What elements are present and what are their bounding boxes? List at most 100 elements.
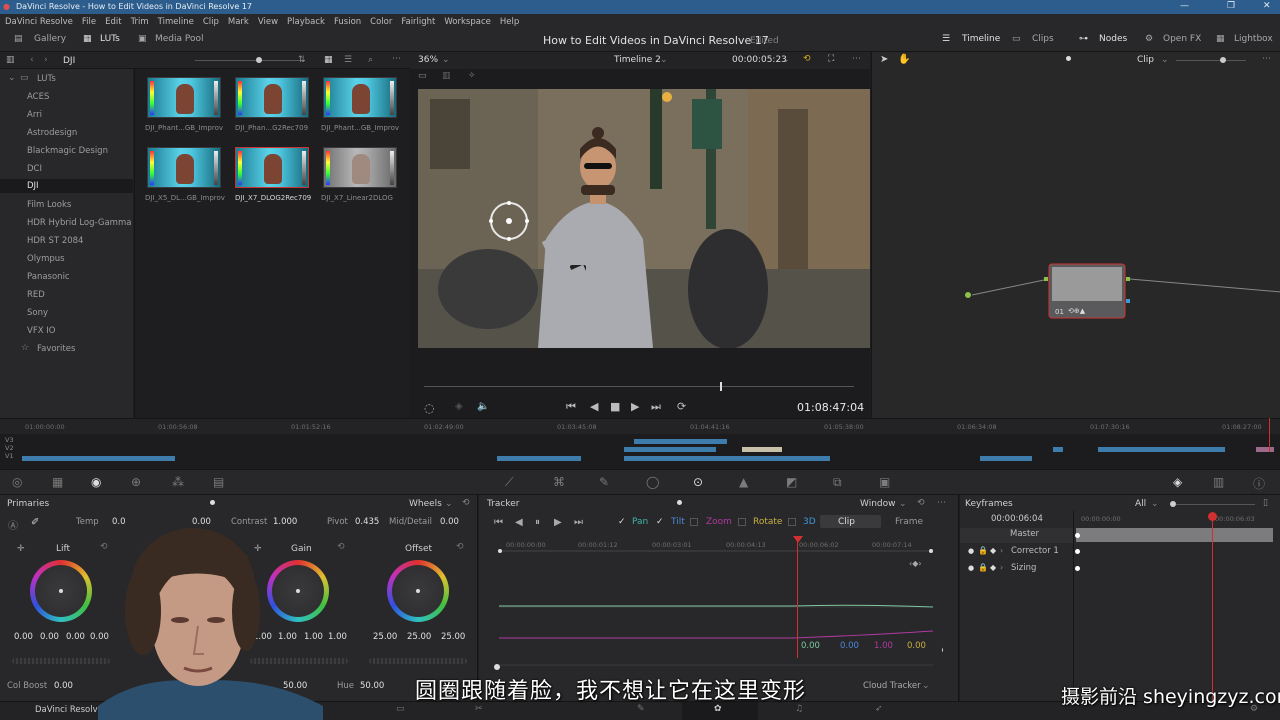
menu-mark[interactable]: Mark (228, 17, 249, 27)
color-wheels-icon[interactable]: ◉ (91, 475, 101, 489)
menu-color[interactable]: Color (370, 17, 392, 27)
mini-timeline[interactable]: V3 V2 V1 (0, 418, 1280, 468)
close-icon[interactable]: ✕ (1263, 1, 1271, 11)
zoom-checkbox[interactable] (690, 518, 698, 526)
tracker-playhead-handle[interactable] (793, 536, 803, 543)
go-to-end-icon[interactable]: ⏭ (651, 400, 661, 414)
timeline-clip[interactable] (742, 447, 782, 452)
lift-wheel[interactable] (30, 560, 92, 622)
thumb-size-handle[interactable] (256, 57, 262, 63)
clip-tab[interactable]: Clip (838, 517, 855, 527)
window-icon[interactable]: ◯ (646, 475, 659, 489)
timeline-playhead[interactable] (1269, 418, 1270, 452)
lut-thumb-2[interactable] (235, 77, 309, 118)
lut-folder-film-looks[interactable]: Film Looks (27, 200, 71, 210)
timeline-clip[interactable] (624, 447, 716, 452)
image-wipe-icon[interactable]: ▭ (418, 71, 427, 81)
keyframe-track-sizing[interactable]: Sizing (1011, 563, 1036, 573)
lut-root[interactable]: LUTs (37, 74, 56, 84)
lut-folder-dci[interactable]: DCI (27, 164, 42, 174)
offset-r[interactable]: 25.00 (373, 632, 397, 642)
rgb-mixer-icon[interactable]: ⊕ (131, 475, 141, 489)
scrubber-track[interactable] (424, 386, 854, 387)
video-frame[interactable] (418, 89, 870, 348)
back-icon[interactable]: ‹ (30, 55, 34, 65)
lut-folder-arri[interactable]: Arri (27, 110, 42, 120)
lift-y[interactable]: 0.00 (14, 632, 33, 642)
open-fx-toggle[interactable]: Open FX (1163, 34, 1201, 44)
camera-raw-icon[interactable]: ◎ (12, 475, 22, 489)
luts-button[interactable]: LUTs (100, 34, 120, 44)
menu-davinci[interactable]: DaVinci Resolve (5, 17, 73, 27)
offset-wheel[interactable] (387, 560, 449, 622)
offset-g[interactable]: 25.00 (407, 632, 431, 642)
lock-icon[interactable]: 🔒 (978, 563, 988, 572)
picker-icon[interactable]: ✐ (31, 517, 39, 528)
chevron-down-icon[interactable]: ⌄ (782, 55, 790, 65)
chevron-down-icon[interactable]: ⌄ (660, 55, 668, 65)
cut-page-icon[interactable]: ✂ (475, 704, 483, 714)
stop-icon[interactable]: ■ (610, 400, 620, 413)
reverse-icon[interactable]: ◀ (590, 400, 598, 413)
color-match-icon[interactable]: ▦ (52, 475, 63, 489)
go-to-start-icon[interactable]: ⏮ (566, 400, 576, 414)
media-pool-button[interactable]: Media Pool (155, 34, 204, 44)
menu-edit[interactable]: Edit (105, 17, 121, 27)
lut-thumb-1[interactable] (147, 77, 221, 118)
expand-row-icon[interactable]: › (1000, 563, 1003, 572)
menu-timeline[interactable]: Timeline (158, 17, 194, 27)
zoom-level[interactable]: 36% (418, 55, 438, 65)
keyframes-playhead-handle[interactable] (1208, 512, 1217, 521)
loop-icon[interactable]: ⟳ (677, 400, 686, 413)
expand-row-icon[interactable]: › (1000, 546, 1003, 555)
offset-master-slider[interactable] (369, 658, 467, 664)
timeline-clip[interactable] (22, 456, 175, 461)
menu-trim[interactable]: Trim (131, 17, 149, 27)
chevron-down-icon[interactable]: ⌄ (445, 499, 453, 509)
timeline-clip[interactable] (980, 456, 1032, 461)
menu-view[interactable]: View (258, 17, 278, 27)
source-timecode[interactable]: 00:00:05:23 (732, 55, 787, 65)
clips-toggle[interactable]: Clips (1032, 34, 1054, 44)
lut-folder-hdr-st2084[interactable]: HDR ST 2084 (27, 236, 83, 246)
lut-folder-dji[interactable]: DJI (0, 179, 133, 193)
thumb-size-slider[interactable] (195, 60, 305, 61)
timeline-clip[interactable] (634, 439, 727, 444)
col-boost-value[interactable]: 0.00 (54, 681, 73, 691)
more-options-icon[interactable]: ⋯ (852, 54, 861, 64)
track-pause-icon[interactable]: ⏸ (535, 517, 540, 528)
lut-thumb-6[interactable] (323, 147, 397, 188)
menu-playback[interactable]: Playback (287, 17, 325, 27)
sidebar-toggle-icon[interactable]: ▥ (6, 55, 15, 65)
lut-folder-vfx-io[interactable]: VFX IO (27, 326, 55, 336)
grid-view-icon[interactable]: ▦ (324, 55, 333, 65)
more-options-icon[interactable]: ⋯ (937, 498, 946, 508)
keyframe-zoom-slider[interactable] (1170, 504, 1255, 505)
nodes-toggle[interactable]: Nodes (1099, 34, 1127, 44)
auto-balance-icon[interactable]: Ⓐ (8, 517, 18, 532)
keyframe-track-corrector[interactable]: Corrector 1 (1011, 546, 1059, 556)
scopes-icon[interactable]: ▥ (1213, 475, 1224, 489)
timeline-toggle[interactable]: Timeline (962, 34, 1000, 44)
qualifier-icon[interactable]: ✎ (599, 475, 609, 489)
lut-folder-olympus[interactable]: Olympus (27, 254, 65, 264)
timeline-ruler[interactable]: 01:00:00:00 01:00:56:08 01:01:52:16 01:0… (0, 418, 1280, 434)
gallery-button[interactable]: Gallery (34, 34, 66, 44)
tracker-playhead[interactable] (797, 540, 798, 658)
sort-icon[interactable]: ⇅ (298, 55, 306, 65)
keyframe-nav-icon[interactable]: ‹◆› (909, 559, 922, 568)
color-warper-icon[interactable]: ⌘ (553, 475, 565, 489)
primaries-mode[interactable]: Wheels (409, 499, 442, 509)
more-options-icon[interactable]: ⋯ (392, 54, 401, 64)
middetail-value[interactable]: 0.00 (440, 517, 459, 527)
lut-folder-aces[interactable]: ACES (27, 92, 49, 102)
lut-folder-hdr-hlg[interactable]: HDR Hybrid Log-Gamma (27, 218, 131, 228)
color-page-icon[interactable]: ✿ (714, 704, 722, 714)
tracker-mode[interactable]: Window (860, 499, 896, 509)
play-icon[interactable]: ▶ (631, 400, 639, 413)
loop-options-icon[interactable]: ◌ (424, 401, 434, 415)
chevron-down-icon[interactable]: ⌄ (1151, 499, 1159, 509)
frame-tab[interactable]: Frame (895, 517, 923, 527)
minimize-icon[interactable]: — (1180, 1, 1189, 11)
collapse-icon[interactable]: ⌄ (8, 73, 16, 83)
